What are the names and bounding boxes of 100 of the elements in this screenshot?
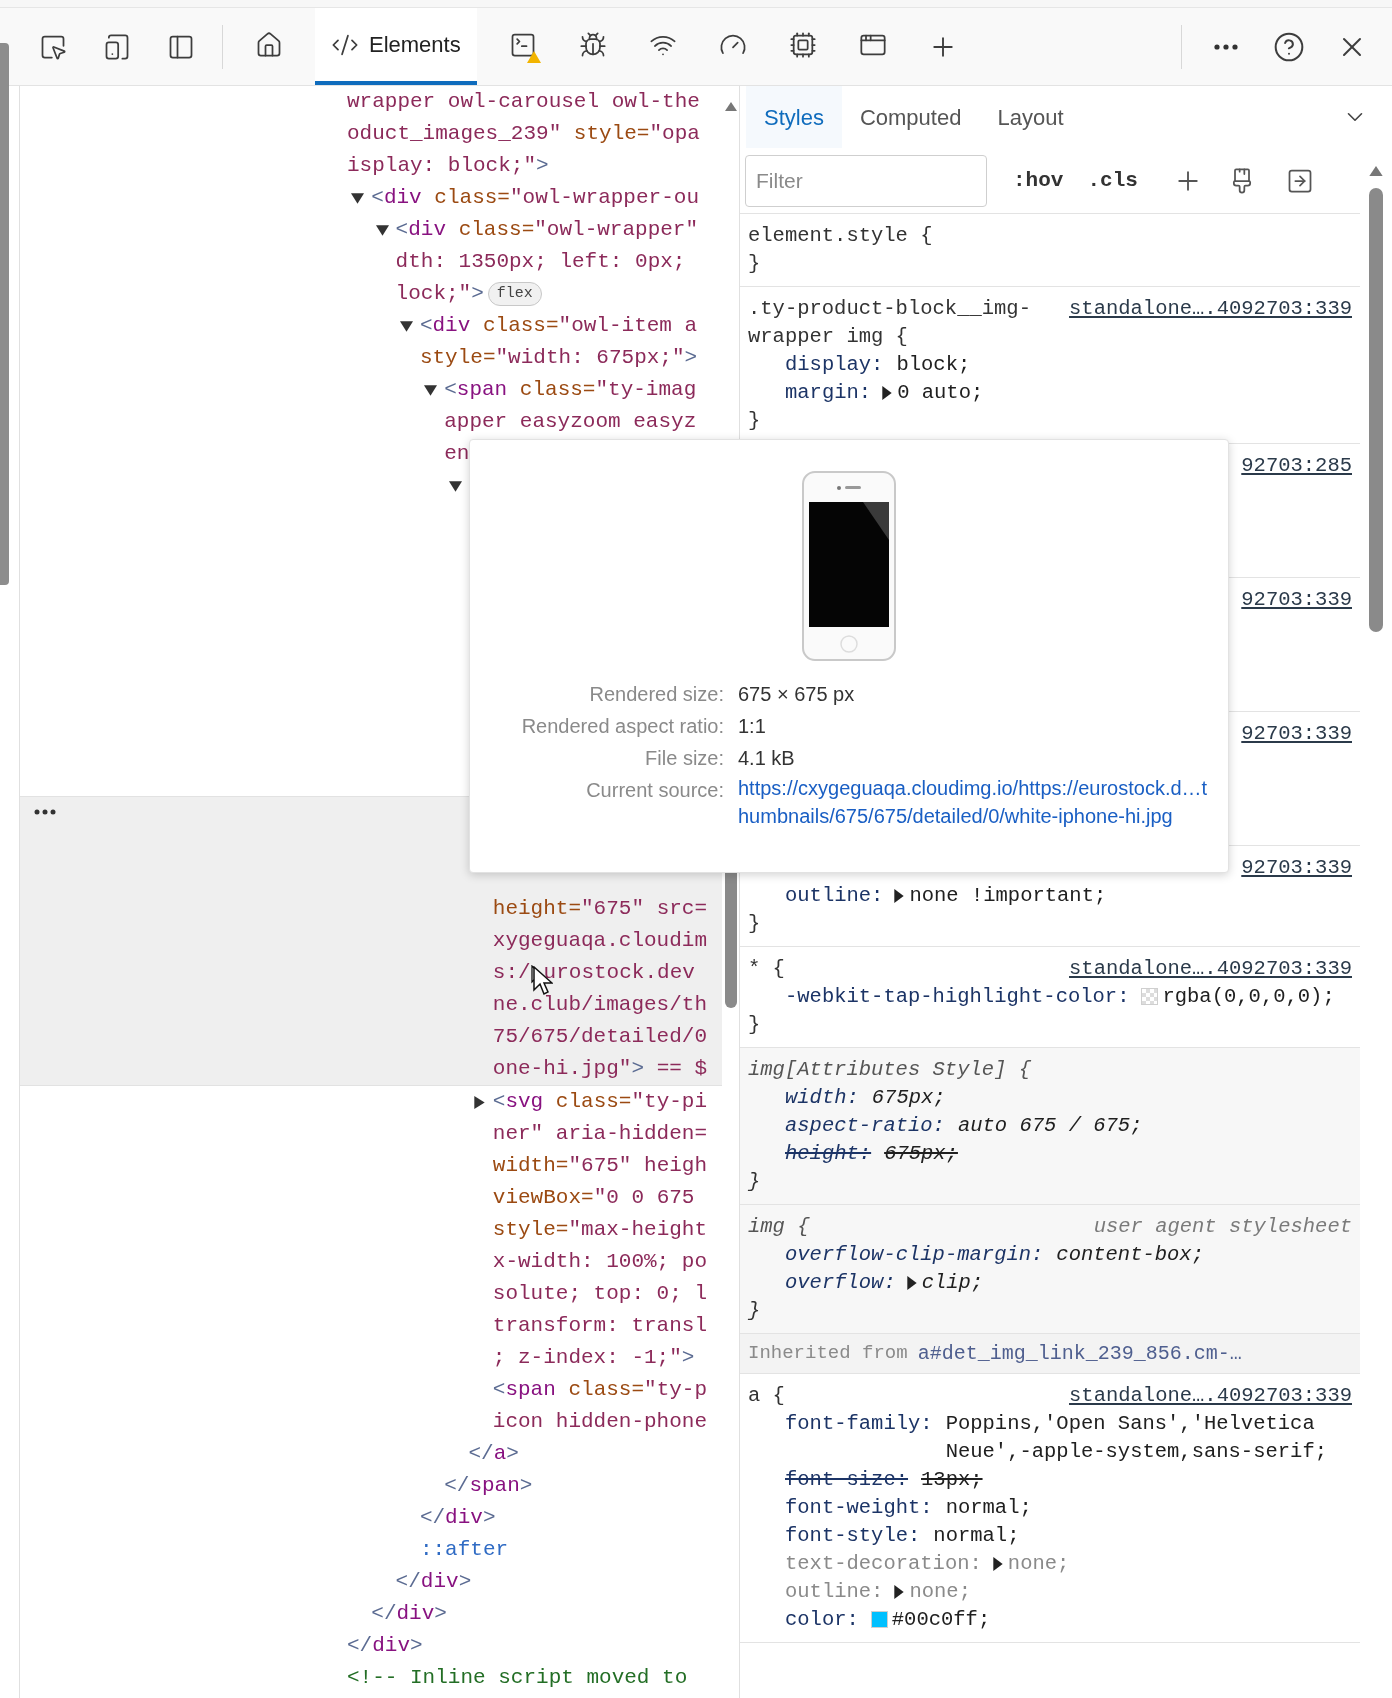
code-line: ; z-index: -1;"> xyxy=(492,1345,695,1372)
source-link[interactable]: 92703:339 xyxy=(1241,720,1352,748)
source-link[interactable]: standalone….4092703:339 xyxy=(1069,1382,1352,1410)
css-selector: element.style { xyxy=(748,223,933,249)
code-line: wrapper owl-carousel owl-the xyxy=(347,89,700,116)
inherited-label: Inherited from xyxy=(748,1341,908,1367)
more-icon[interactable] xyxy=(34,809,56,815)
source-link[interactable]: 92703:339 xyxy=(1241,854,1352,882)
expand-triangle-icon[interactable] xyxy=(905,1276,918,1290)
preview-label: Rendered size: xyxy=(588,682,724,707)
property-value[interactable]: 13px; xyxy=(921,1466,983,1494)
code-line: apper easyzoom easyz xyxy=(444,409,697,436)
expand-triangle-icon[interactable] xyxy=(893,1585,906,1599)
help-icon xyxy=(1273,30,1305,63)
property-name[interactable]: aspect-ratio: xyxy=(785,1112,945,1140)
closing-brace: } xyxy=(748,408,761,434)
code-line: isplay: block;"> xyxy=(347,153,549,180)
style-toggle-button[interactable]: :hov xyxy=(1013,158,1064,203)
property-value[interactable]: 675px; xyxy=(884,1140,958,1168)
property-name[interactable]: margin: xyxy=(785,379,872,407)
property-value[interactable]: none !important; xyxy=(909,882,1107,910)
expand-triangle-icon[interactable] xyxy=(424,383,438,397)
source-link[interactable]: standalone….4092703:339 xyxy=(1069,295,1352,323)
device-icon xyxy=(103,32,131,61)
property-value[interactable]: content-box; xyxy=(1056,1241,1204,1269)
property-name[interactable]: height: xyxy=(785,1140,872,1168)
expand-triangle-icon[interactable] xyxy=(448,479,462,493)
preview-label: Rendered aspect ratio: xyxy=(520,714,724,739)
code-line: <span class="ty-p xyxy=(492,1377,708,1404)
property-value[interactable]: block; xyxy=(896,351,971,379)
code-line: viewBox="0 0 675 xyxy=(492,1185,695,1212)
code-line: lock;"> xyxy=(395,281,484,308)
color-swatch[interactable] xyxy=(870,1611,888,1628)
property-value[interactable]: normal; xyxy=(945,1494,1032,1522)
expand-triangle-icon[interactable] xyxy=(399,319,413,333)
styles-tab[interactable]: Layout xyxy=(979,86,1082,148)
property-value[interactable]: rgba(0,0,0,0); xyxy=(1162,983,1335,1011)
property-name[interactable]: font-weight: xyxy=(785,1494,933,1522)
property-name[interactable]: width: xyxy=(785,1084,859,1112)
code-line: <span class="ty-imag xyxy=(444,377,697,404)
home-icon xyxy=(255,30,283,59)
property-value[interactable]: 675px; xyxy=(871,1084,946,1112)
property-value[interactable]: normal; xyxy=(933,1522,1020,1550)
styles-tab[interactable]: Computed xyxy=(841,86,980,148)
expand-triangle-icon[interactable] xyxy=(472,1095,486,1109)
code-line: ner" aria-hidden= xyxy=(492,1121,708,1148)
source-link[interactable]: 92703:285 xyxy=(1241,452,1352,480)
closing-brace: } xyxy=(748,1012,761,1038)
filter-field[interactable]: Filter xyxy=(745,154,987,207)
bug-icon xyxy=(578,30,607,59)
code-line: x-width: 100%; po xyxy=(492,1249,708,1276)
code-line: </div> xyxy=(395,1569,472,1596)
preview-label: File size: xyxy=(644,746,724,771)
source-link[interactable]: standalone….4092703:339 xyxy=(1069,955,1352,983)
stylesheet-origin: user agent stylesheet xyxy=(1093,1214,1352,1240)
page-scrollbar[interactable] xyxy=(0,43,9,585)
inherited-element-link[interactable]: a#det_img_link_239_856.cm-… xyxy=(917,1338,1242,1369)
expand-triangle-icon[interactable] xyxy=(375,223,389,237)
pseudo-element[interactable]: ::after xyxy=(419,1534,509,1566)
property-value[interactable]: 0 auto; xyxy=(897,379,984,407)
property-name[interactable]: overflow: xyxy=(785,1269,896,1297)
property-value[interactable]: Poppins,'Open Sans','Helvetica Neue',-apple-system,sans-serif; xyxy=(945,1410,1352,1466)
styles-tab[interactable]: Styles xyxy=(746,86,842,148)
scroll-up-arrow-icon[interactable] xyxy=(724,102,737,111)
expand-triangle-icon[interactable] xyxy=(351,191,365,205)
property-name[interactable]: -webkit-tap-highlight-color: xyxy=(785,983,1130,1011)
property-name[interactable]: font-style: xyxy=(785,1522,921,1550)
code-line: </div> xyxy=(371,1601,447,1628)
flex-badge[interactable]: flex xyxy=(487,282,542,306)
code-line: </div> xyxy=(347,1633,423,1660)
source-link[interactable]: 92703:339 xyxy=(1241,586,1352,614)
property-name[interactable]: font-family: xyxy=(785,1410,933,1438)
scrollbar-thumb[interactable] xyxy=(1369,188,1383,632)
code-line: style="width: 675px;"> xyxy=(419,345,698,372)
color-swatch[interactable] xyxy=(1141,988,1159,1005)
expand-triangle-icon[interactable] xyxy=(881,386,894,400)
code-line: 75/675/detailed/0 xyxy=(492,1024,708,1051)
property-name[interactable]: outline: xyxy=(785,882,884,910)
expand-triangle-icon[interactable] xyxy=(991,1557,1004,1571)
property-value[interactable]: #00c0ff; xyxy=(891,1606,991,1634)
panel-tab[interactable]: Elements xyxy=(315,8,477,85)
property-name[interactable]: overflow-clip-margin: xyxy=(785,1241,1044,1269)
expand-triangle-icon[interactable] xyxy=(893,889,906,903)
image-source-link[interactable]: https://cxygeguaqa.cloudimg.io/https://eurostock.d…thumbnails/675/675/detailed/0/white-iphone-hi.jpg xyxy=(738,774,1216,830)
code-line: transform: transl xyxy=(492,1313,708,1340)
code-line: en xyxy=(444,441,470,468)
preview-value: 675 × 675 px xyxy=(738,682,856,707)
code-line: height="675" src= xyxy=(492,896,708,923)
property-name[interactable]: text-decoration: xyxy=(785,1550,982,1578)
selected-node[interactable]: height="675" src= xygeguaqa.cloudim s:/ urostock.dev ne.club/images/th 75/675/detailed/0 one-hi.jpg"> == $ xyxy=(20,796,722,1086)
css-selector: .ty-product-block__img-wrapper img { xyxy=(748,296,1032,350)
style-toggle-button[interactable]: .cls xyxy=(1087,158,1138,203)
code-line: </span> xyxy=(444,1473,533,1500)
property-name[interactable]: font-size: xyxy=(785,1466,909,1494)
property-name[interactable]: color: xyxy=(785,1606,859,1634)
property-name[interactable]: display: xyxy=(785,351,884,379)
chip-icon xyxy=(788,30,817,59)
property-value[interactable]: auto 675 / 675; xyxy=(957,1112,1143,1140)
scroll-up-arrow-icon[interactable] xyxy=(1369,166,1383,176)
property-value[interactable]: clip; xyxy=(921,1269,984,1297)
